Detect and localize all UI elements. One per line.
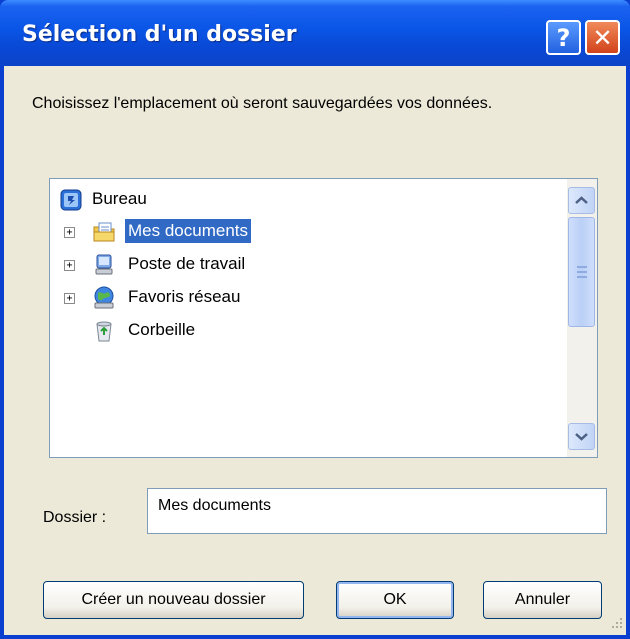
scrollbar-thumb[interactable] [568,217,595,327]
my-computer-icon [95,254,113,275]
tree-item-label: Corbeille [128,320,196,339]
tree-item-poste-de-travail[interactable]: + Poste de travail [64,252,324,280]
tree-item-favoris-reseau[interactable]: + Favoris réseau [64,285,324,313]
tree-item-label: Mes documents [125,219,251,243]
help-icon: ? [556,23,571,52]
expand-icon[interactable]: + [64,293,75,304]
scroll-down-button[interactable] [568,423,595,450]
window-title: Sélection d'un dossier [22,22,297,47]
recycle-bin-icon [96,321,112,342]
chevron-up-icon [575,196,588,204]
scroll-up-button[interactable] [568,187,595,214]
folder-tree[interactable]: Bureau + Mes documents + Poste de travai… [49,178,598,458]
close-button[interactable]: ✕ [585,20,620,55]
close-icon: ✕ [592,23,613,52]
new-folder-button-label: Créer un nouveau dossier [81,591,266,608]
help-button[interactable]: ? [546,20,581,55]
new-folder-button[interactable]: Créer un nouveau dossier [43,581,304,619]
vertical-scrollbar[interactable] [567,179,597,457]
resize-grip-icon[interactable] [608,614,624,630]
folder-input[interactable]: Mes documents [147,488,607,534]
folder-label: Dossier : [43,509,107,526]
grip-line [577,271,587,273]
cancel-button-label: Annuler [514,591,571,608]
tree-item-label: Favoris réseau [128,287,241,306]
desktop-icon [60,189,82,211]
expand-icon[interactable]: + [64,260,75,271]
tree-item-label: Bureau [92,189,147,208]
tree-item-mes-documents[interactable]: + Mes documents [64,219,324,247]
cancel-button[interactable]: Annuler [483,581,602,619]
chevron-down-icon [575,433,588,441]
tree-item-bureau[interactable]: Bureau [59,186,259,214]
tree-item-label: Poste de travail [128,254,246,273]
my-documents-folder-icon [93,222,115,242]
tree-item-corbeille[interactable]: Corbeille [64,318,324,346]
instruction-text: Choisissez l'emplacement où seront sauve… [32,95,493,112]
grip-line [577,266,587,268]
title-bar[interactable]: Sélection d'un dossier ? ✕ [0,0,630,66]
ok-button-label: OK [383,591,407,608]
grip-line [577,276,587,278]
expand-icon[interactable]: + [64,227,75,238]
network-places-icon [94,286,114,309]
ok-button[interactable]: OK [336,581,454,619]
